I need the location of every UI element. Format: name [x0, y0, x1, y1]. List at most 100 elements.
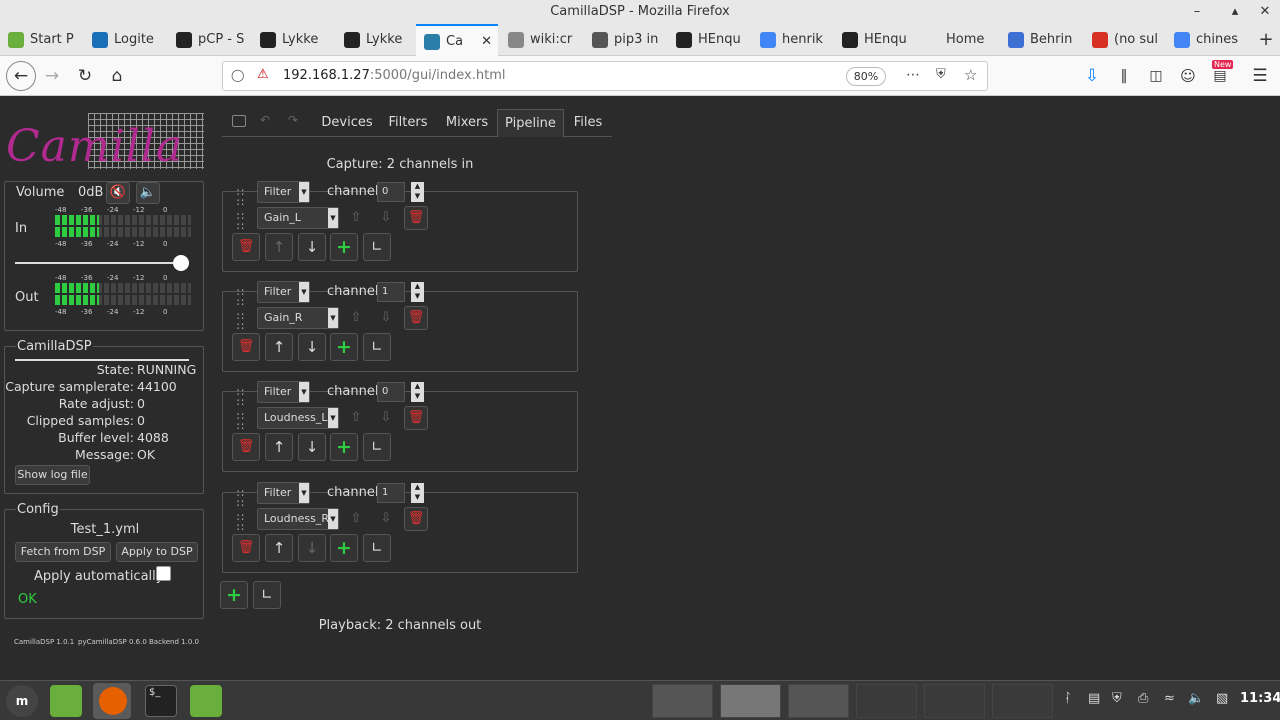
show-log-button[interactable]: Show log file	[15, 465, 90, 485]
expand-icon[interactable]	[232, 115, 246, 127]
back-icon[interactable]: ←	[6, 61, 36, 91]
taskbar-window-1[interactable]	[652, 684, 713, 718]
redo-icon[interactable]: ↷	[288, 113, 298, 127]
tab-8[interactable]: HEnqu	[668, 24, 750, 56]
drag-handle-icon[interactable]: ∷ ∷	[237, 488, 244, 509]
taskbar-window-6[interactable]	[992, 684, 1053, 718]
filter-drag-handle-icon[interactable]: ∷ ∷	[237, 311, 244, 332]
tab-10[interactable]: HEnqu	[834, 24, 914, 56]
channel-input[interactable]: 0	[377, 182, 405, 202]
step-up-button[interactable]: ↑	[265, 333, 293, 361]
tab-mixers[interactable]: Mixers	[440, 109, 494, 137]
home-icon[interactable]: ⌂	[105, 64, 129, 88]
tab-2[interactable]: pCP - S	[168, 24, 250, 56]
tab-4[interactable]: Lykke	[336, 24, 416, 56]
url-bar[interactable]: ◯ ⚠ 192.168.1.27:5000/gui/index.html 80%…	[222, 61, 988, 91]
step-delete-button[interactable]: 🗑	[232, 233, 260, 261]
firefox-icon[interactable]	[99, 687, 127, 715]
filter-up-icon[interactable]: ⇧	[345, 207, 367, 229]
channel-input[interactable]: 1	[377, 282, 405, 302]
reload-icon[interactable]: ↻	[73, 64, 97, 88]
filter-drag-handle-icon[interactable]: ∷ ∷	[237, 211, 244, 232]
step-type-select[interactable]: Filter ▼	[257, 281, 310, 303]
tab-9[interactable]: henrik	[752, 24, 832, 56]
tab-13[interactable]: (no sul	[1084, 24, 1164, 56]
filter-up-icon[interactable]: ⇧	[345, 508, 367, 530]
filter-select[interactable]: Gain_L ▼	[257, 207, 339, 229]
step-down-button[interactable]: ↓	[298, 333, 326, 361]
tab-1[interactable]: Logite	[84, 24, 166, 56]
tab-3[interactable]: Lykke	[252, 24, 334, 56]
taskbar-window-2[interactable]	[720, 684, 781, 718]
drag-handle-icon[interactable]: ∷ ∷	[237, 287, 244, 308]
step-type-select[interactable]: Filter ▼	[257, 181, 310, 203]
sidebar-icon[interactable]: ◫	[1144, 64, 1168, 88]
drag-handle-icon[interactable]: ∷ ∷	[237, 387, 244, 408]
add-filter-button[interactable]: +	[330, 433, 358, 461]
add-filter-button[interactable]: +	[330, 333, 358, 361]
channel-down-icon[interactable]: ▼	[411, 493, 424, 503]
step-type-select[interactable]: Filter ▼	[257, 381, 310, 403]
filter-down-icon[interactable]: ⇩	[375, 207, 397, 229]
filter-select[interactable]: Loudness_R ▼	[257, 508, 339, 530]
shield-tray-icon[interactable]: ⛨	[1112, 691, 1122, 706]
filter-delete-icon[interactable]: 🗑	[404, 406, 428, 430]
undo-icon[interactable]: ↶	[260, 113, 270, 127]
plot-pipeline-button[interactable]: ∟	[253, 581, 281, 609]
mint-menu-icon[interactable]: m	[6, 685, 38, 717]
wifi-icon[interactable]: ≈	[1164, 691, 1175, 706]
filter-up-icon[interactable]: ⇧	[345, 307, 367, 329]
taskbar-window-4[interactable]	[856, 684, 917, 718]
step-delete-button[interactable]: 🗑	[232, 333, 260, 361]
channel-up-icon[interactable]: ▲	[411, 483, 424, 493]
tab-devices[interactable]: Devices	[314, 109, 380, 137]
url-text[interactable]: 192.168.1.27:5000/gui/index.html	[283, 62, 505, 90]
files-icon[interactable]	[50, 685, 82, 717]
step-up-button[interactable]: ↑	[265, 433, 293, 461]
new-tab-icon[interactable]: +	[1252, 24, 1280, 56]
tab-12[interactable]: Behrin	[1000, 24, 1082, 56]
volume-tray-icon[interactable]: 🔈	[1188, 691, 1204, 706]
fetch-from-dsp-button[interactable]: Fetch from DSP	[15, 542, 111, 562]
apply-automatically-checkbox[interactable]	[156, 566, 171, 581]
filter-drag-handle-icon[interactable]: ∷ ∷	[237, 411, 244, 432]
step-type-select[interactable]: Filter ▼	[257, 482, 310, 504]
taskbar-window-5[interactable]	[924, 684, 985, 718]
forward-icon[interactable]: →	[40, 64, 64, 88]
taskbar-window-3[interactable]	[788, 684, 849, 718]
bookmark-star-icon[interactable]: ☆	[964, 66, 977, 84]
page-actions-icon[interactable]: ⋯	[906, 67, 920, 83]
close-window-icon[interactable]: ✕	[1254, 0, 1276, 24]
drag-handle-icon[interactable]: ∷ ∷	[237, 187, 244, 208]
add-filter-button[interactable]: +	[330, 534, 358, 562]
filter-delete-icon[interactable]: 🗑	[404, 507, 428, 531]
insecure-lock-icon[interactable]: ⚠	[257, 67, 269, 82]
filter-drag-handle-icon[interactable]: ∷ ∷	[237, 512, 244, 533]
channel-input[interactable]: 0	[377, 382, 405, 402]
library-icon[interactable]: ‖	[1112, 64, 1136, 88]
downloads-icon[interactable]: ⇩	[1080, 64, 1104, 88]
filter-down-icon[interactable]: ⇩	[375, 508, 397, 530]
filter-delete-icon[interactable]: 🗑	[404, 306, 428, 330]
step-up-button[interactable]: ↑	[265, 233, 293, 261]
shield-icon[interactable]: ◯	[231, 68, 244, 82]
terminal-icon[interactable]: $_	[145, 685, 177, 717]
apply-to-dsp-button[interactable]: Apply to DSP	[116, 542, 198, 562]
channel-up-icon[interactable]: ▲	[411, 382, 424, 392]
filter-up-icon[interactable]: ⇧	[345, 407, 367, 429]
channel-down-icon[interactable]: ▼	[411, 192, 424, 202]
tab-pipeline[interactable]: Pipeline	[497, 109, 564, 137]
channel-up-icon[interactable]: ▲	[411, 182, 424, 192]
account-icon[interactable]: ☺	[1176, 64, 1200, 88]
zoom-indicator[interactable]: 80%	[846, 67, 886, 86]
plot-step-button[interactable]: ∟	[363, 433, 391, 461]
tab-filters[interactable]: Filters	[382, 109, 434, 137]
filter-down-icon[interactable]: ⇩	[375, 407, 397, 429]
step-down-button[interactable]: ↓	[298, 233, 326, 261]
maximize-icon[interactable]: ▴	[1224, 0, 1246, 24]
add-filter-button[interactable]: +	[330, 233, 358, 261]
tab-0[interactable]: Start P	[0, 24, 82, 56]
folder-icon[interactable]	[190, 685, 222, 717]
plot-step-button[interactable]: ∟	[363, 233, 391, 261]
tab-5[interactable]: Ca ✕	[416, 24, 498, 56]
